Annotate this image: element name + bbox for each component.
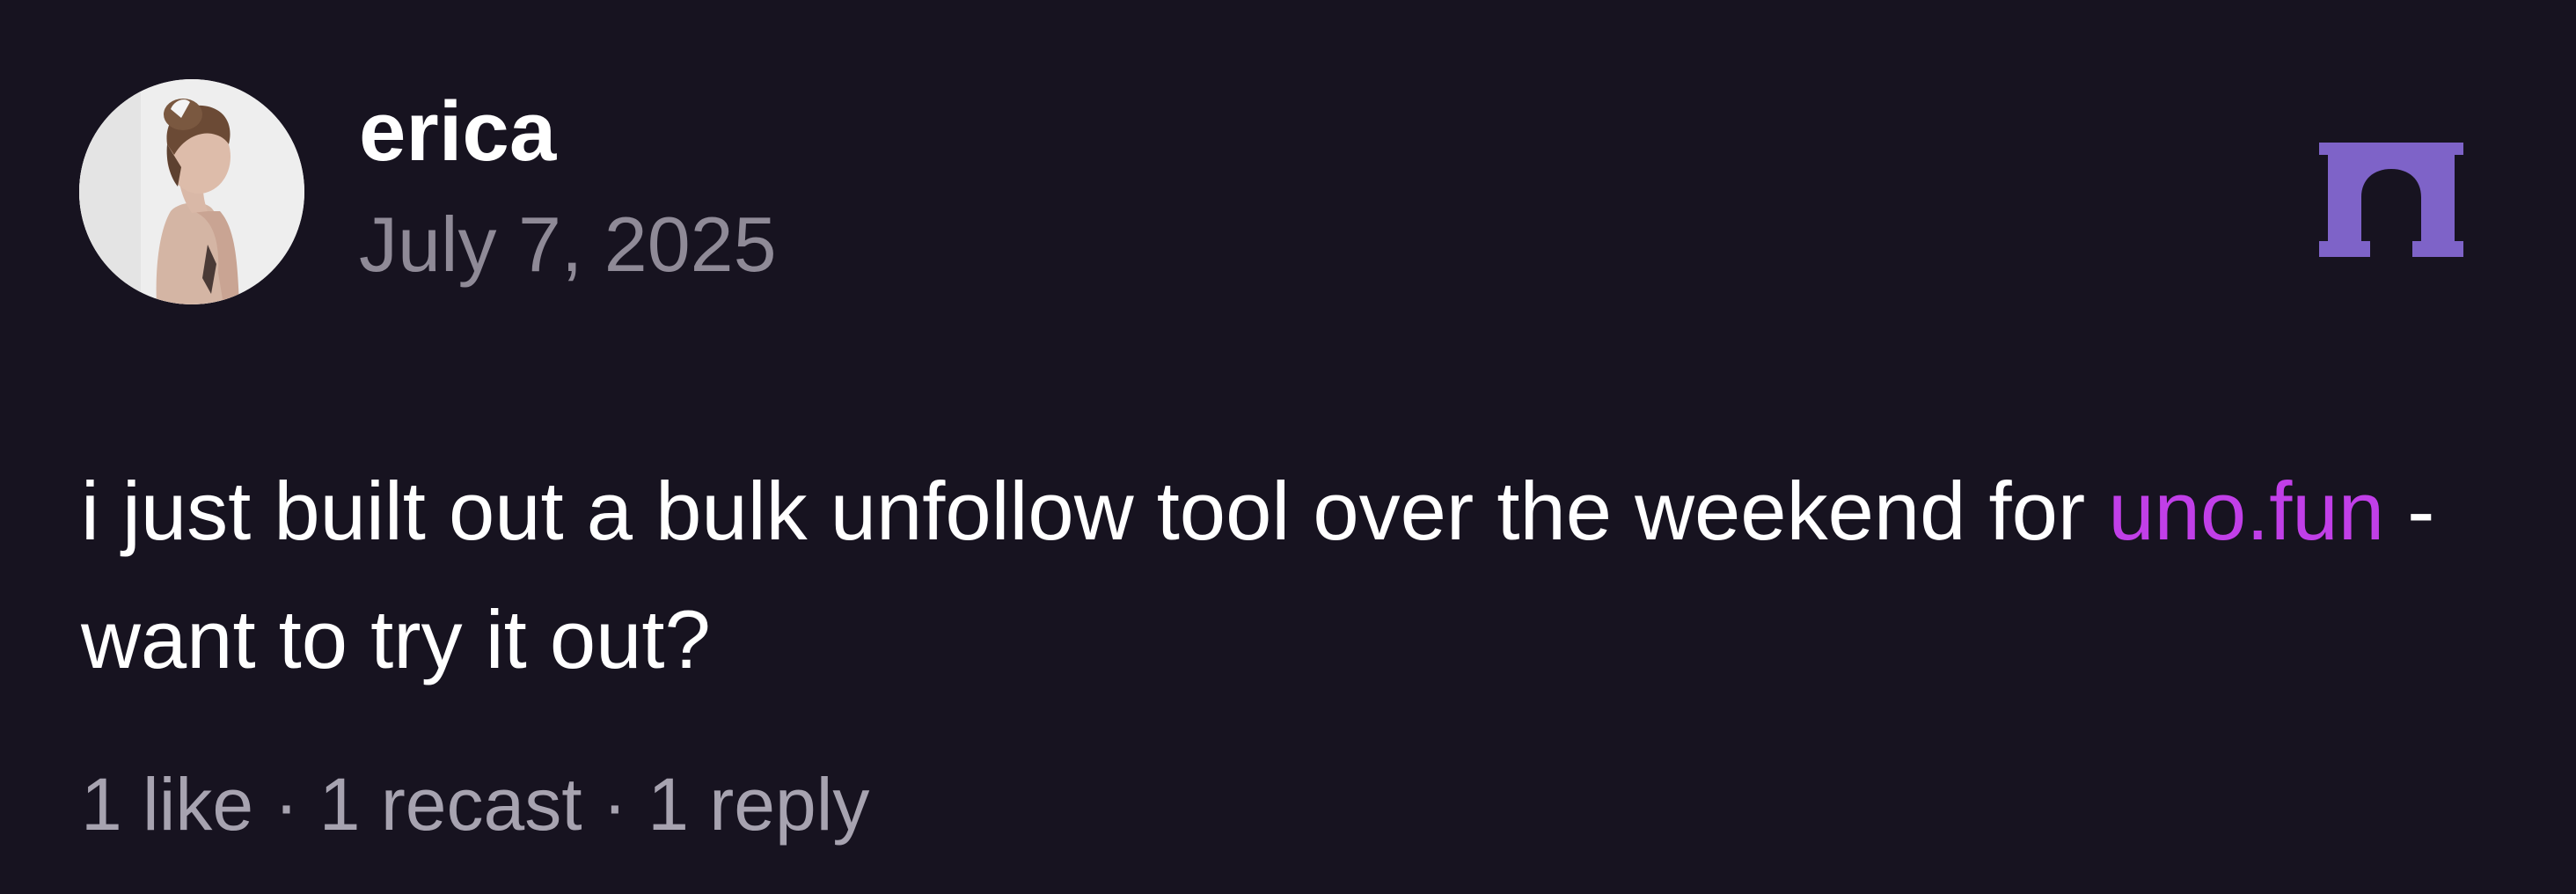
avatar[interactable]	[79, 79, 304, 304]
stats-separator: ·	[582, 763, 648, 846]
recasts-count[interactable]: 1 recast	[319, 763, 582, 846]
post-body: i just built out a bulk unfollow tool ov…	[81, 447, 2527, 704]
post-link[interactable]: uno.fun	[2108, 465, 2384, 557]
avatar-image	[79, 79, 304, 304]
likes-count[interactable]: 1 like	[81, 763, 253, 846]
engagement-stats: 1 like · 1 recast · 1 reply	[81, 758, 869, 850]
replies-count[interactable]: 1 reply	[648, 763, 869, 846]
stats-separator: ·	[253, 763, 319, 846]
post-text-start: i just built out a bulk unfollow tool ov…	[81, 465, 2109, 557]
cast-card: erica July 7, 2025 i just built out a bu…	[0, 0, 2576, 894]
post-date: July 7, 2025	[359, 201, 777, 288]
arch-icon[interactable]	[2319, 143, 2463, 257]
author-name[interactable]: erica	[359, 83, 556, 181]
